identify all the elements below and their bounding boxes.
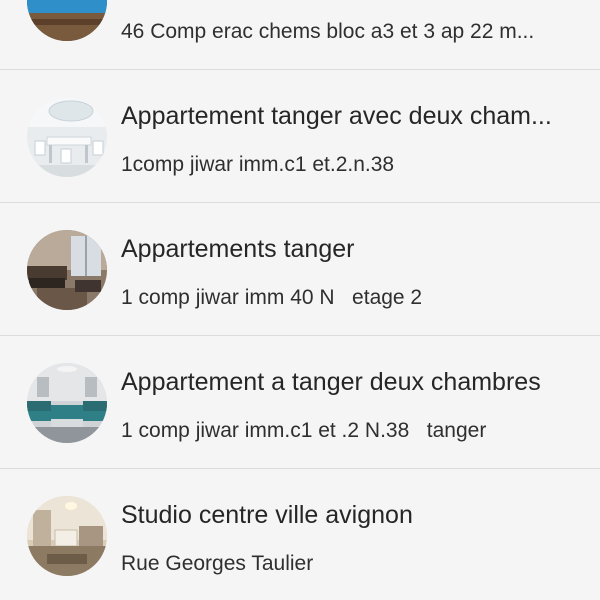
listing-title: Studio centre ville avignon bbox=[121, 501, 413, 529]
listing-thumbnail bbox=[27, 496, 107, 576]
listing-thumbnail bbox=[27, 363, 107, 443]
listing-address: 1 comp jiwar imm 40 N etage 2 bbox=[121, 286, 423, 309]
listing-address: 46 Comp erac chems bloc a3 et 3 ap 22 m.… bbox=[121, 20, 535, 43]
living-room-photo-icon bbox=[27, 230, 107, 310]
listing-title: Appartement a tanger deux chambres bbox=[121, 368, 541, 396]
listing-item[interactable]: Appartement tanger avec deux cham... 1co… bbox=[0, 70, 600, 203]
white-dining-room-photo-icon bbox=[27, 97, 107, 177]
listing-thumbnail bbox=[27, 0, 107, 41]
listing-address: Rue Georges Taulier bbox=[121, 552, 314, 575]
pool-photo-icon bbox=[27, 0, 107, 41]
listing-item[interactable]: Appartements tanger 1 comp jiwar imm 40 … bbox=[0, 203, 600, 336]
listing-address: 1comp jiwar imm.c1 et.2.n.38 bbox=[121, 153, 395, 176]
listing-list: 46 Comp erac chems bloc a3 et 3 ap 22 m.… bbox=[0, 0, 600, 600]
listing-item[interactable]: Studio centre ville avignon Rue Georges … bbox=[0, 469, 600, 600]
listing-item[interactable]: 46 Comp erac chems bloc a3 et 3 ap 22 m.… bbox=[0, 0, 600, 70]
listing-title: Appartements tanger bbox=[121, 235, 355, 263]
listing-title: Appartement tanger avec deux cham... bbox=[121, 102, 552, 130]
listing-thumbnail bbox=[27, 97, 107, 177]
listing-address: 1 comp jiwar imm.c1 et .2 N.38 tanger bbox=[121, 419, 487, 442]
listing-thumbnail bbox=[27, 230, 107, 310]
blue-sofa-photo-icon bbox=[27, 363, 107, 443]
listing-item[interactable]: Appartement a tanger deux chambres 1 com… bbox=[0, 336, 600, 469]
studio-room-photo-icon bbox=[27, 496, 107, 576]
